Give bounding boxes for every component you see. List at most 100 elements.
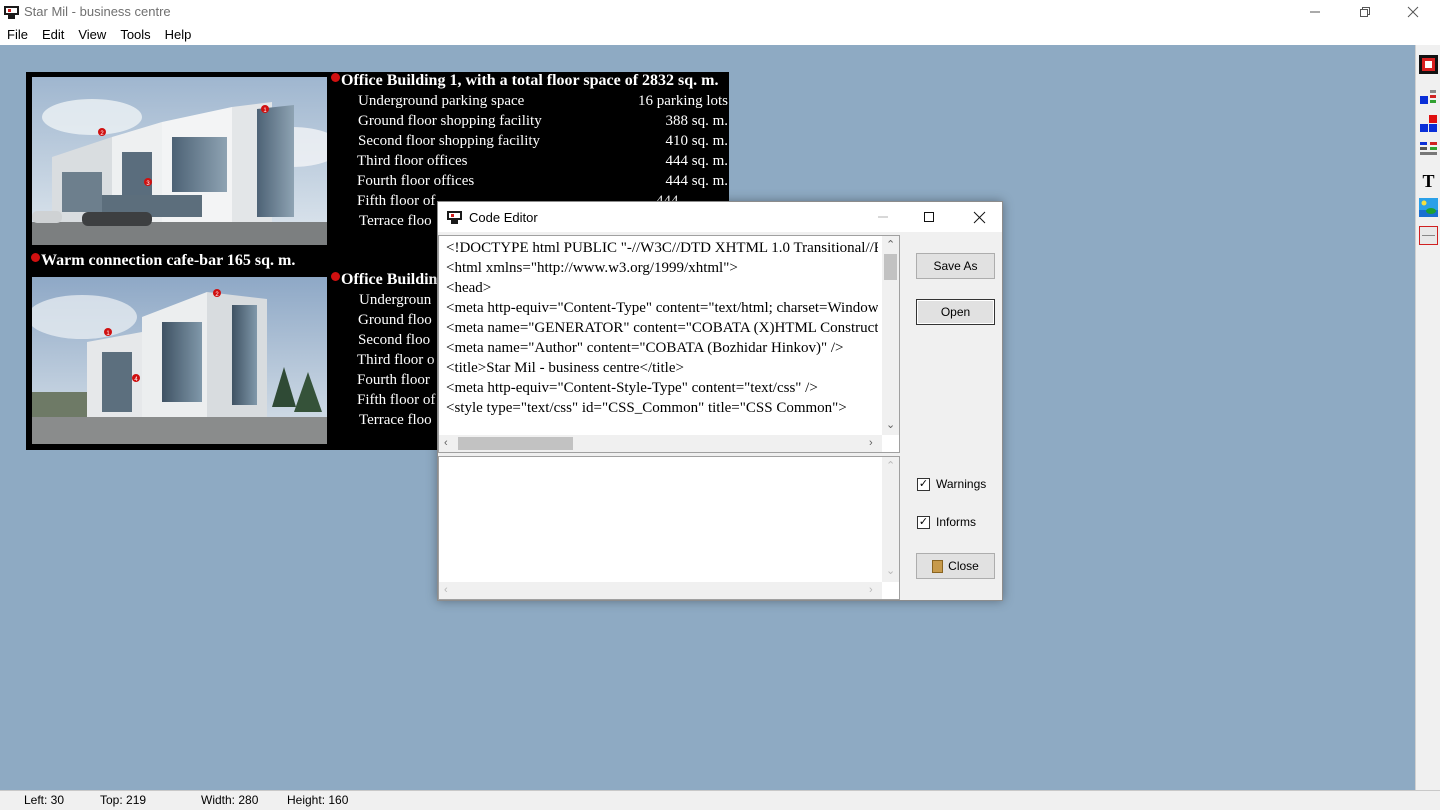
b1-row-label: Fifth floor of <box>357 193 436 209</box>
svg-text:T: T <box>1422 171 1434 191</box>
building1-image: 2 1 3 <box>32 77 327 245</box>
save-as-button[interactable]: Save As <box>916 253 995 279</box>
dialog-maximize-button[interactable] <box>906 202 952 232</box>
dialog-minimize-button[interactable] <box>860 202 906 232</box>
b1-row-label: Underground parking space <box>358 93 525 109</box>
status-top: Top: 219 <box>100 793 147 807</box>
b1-row-label: Second floor shopping facility <box>358 133 541 149</box>
b2-row-label: Fifth floor of <box>357 392 436 408</box>
b1-row-label: Terrace floo <box>359 213 432 229</box>
close-window-button[interactable] <box>1390 0 1436 24</box>
dialog-title: Code Editor <box>469 210 538 225</box>
code-editor-textarea[interactable]: <!DOCTYPE html PUBLIC "-//W3C//DTD XHTML… <box>438 235 900 453</box>
b2-row-label: Second floo <box>358 332 431 348</box>
informs-label: Informs <box>936 515 977 529</box>
minimize-button[interactable] <box>1292 0 1338 24</box>
building1-title: Office Building 1, with a total floor sp… <box>331 72 718 90</box>
restore-button[interactable] <box>1342 0 1388 24</box>
scroll-down-icon[interactable]: ⌄ <box>886 419 895 431</box>
text-icon[interactable]: T <box>1418 170 1439 191</box>
scroll-up-icon[interactable]: ⌃ <box>886 239 895 251</box>
b1-row-label: Fourth floor offices <box>357 173 475 189</box>
menu-tools[interactable]: Tools <box>113 24 157 45</box>
code-line: <meta name="Author" content="COBATA (Boz… <box>446 340 844 356</box>
status-height: Height: 160 <box>287 793 349 807</box>
b1-row-label: Third floor offices <box>357 153 468 169</box>
status-left: Left: 30 <box>24 793 65 807</box>
block-red-icon[interactable] <box>1418 113 1439 134</box>
dialog-close-button[interactable] <box>956 202 1002 232</box>
code-line: <html xmlns="http://www.w3.org/1999/xhtm… <box>446 260 738 276</box>
window-title: Star Mil - business centre <box>24 4 171 19</box>
code-line: <meta http-equiv="Content-Type" content=… <box>446 300 878 316</box>
minimize-icon <box>1310 11 1320 13</box>
warnings-checkbox[interactable]: ✓ Warnings <box>917 477 986 491</box>
text-block-icon[interactable] <box>1418 139 1439 160</box>
code-line: <meta http-equiv="Content-Style-Type" co… <box>446 380 818 396</box>
building2-photo[interactable]: 2 1 4 <box>32 277 327 444</box>
code-line: <title>Star Mil - business centre</title… <box>446 360 684 376</box>
code-vertical-scrollbar[interactable]: ⌃ ⌄ <box>882 236 899 435</box>
open-button[interactable]: Open <box>916 299 995 325</box>
code-editor-dialog: Code Editor <!DOCTYPE html PUBLIC "-//W3… <box>437 201 1003 601</box>
building2-title: Office Buildin <box>331 271 437 289</box>
close-icon <box>1407 6 1419 18</box>
b1-row-value: 444 sq. m. <box>665 153 728 169</box>
b2-row-label: Ground floo <box>358 312 432 328</box>
menu-bar: File Edit View Tools Help <box>0 24 1440 45</box>
minimize-icon <box>878 216 888 218</box>
block-blue-icon[interactable] <box>1418 87 1439 108</box>
b1-row-value: 444 sq. m. <box>665 173 728 189</box>
logo-icon[interactable] <box>1418 54 1439 75</box>
status-bar: Left: 30 Top: 219 Width: 280 Height: 160 <box>0 790 1440 810</box>
scroll-right-icon[interactable]: › <box>869 437 873 449</box>
code-line: <meta name="GENERATOR" content="COBATA (… <box>446 320 878 336</box>
door-icon <box>932 559 944 573</box>
scroll-down-icon[interactable]: ⌄ <box>886 565 895 577</box>
b2-row-label: Terrace floo <box>359 412 432 428</box>
restore-icon <box>1360 7 1370 17</box>
b2-row-label: Fourth floor <box>357 372 430 388</box>
building1-photo[interactable]: 2 1 3 <box>32 77 327 245</box>
scroll-up-icon[interactable]: ⌃ <box>886 460 895 472</box>
menu-view[interactable]: View <box>71 24 113 45</box>
checkbox-checked-icon[interactable]: ✓ <box>917 515 930 529</box>
maximize-icon <box>924 212 934 222</box>
informs-checkbox[interactable]: ✓ Informs <box>917 515 976 529</box>
building2-image: 2 1 4 <box>32 277 327 444</box>
marker-badge-icon <box>331 73 340 82</box>
close-button[interactable]: Close <box>916 553 995 579</box>
b1-row-value: 388 sq. m. <box>665 113 728 129</box>
code-line: <head> <box>446 280 492 296</box>
b2-row-label: Undergroun <box>359 292 432 308</box>
tool-strip: T <box>1415 45 1440 790</box>
b2-row-label: Third floor o <box>357 352 435 368</box>
menu-help[interactable]: Help <box>158 24 199 45</box>
scroll-left-icon[interactable]: ‹ <box>444 584 448 596</box>
menu-edit[interactable]: Edit <box>35 24 71 45</box>
menu-file[interactable]: File <box>0 24 35 45</box>
image-icon[interactable] <box>1418 197 1439 218</box>
code-horizontal-thumb[interactable] <box>458 437 573 450</box>
frame-icon[interactable] <box>1418 225 1439 246</box>
b1-row-value: 16 parking lots <box>638 93 728 109</box>
code-vertical-thumb[interactable] <box>884 254 897 280</box>
code-horizontal-scrollbar[interactable]: ‹ › <box>439 435 882 452</box>
marker-badge-icon <box>31 253 40 262</box>
checkbox-checked-icon[interactable]: ✓ <box>917 477 930 491</box>
code-line: <!DOCTYPE html PUBLIC "-//W3C//DTD XHTML… <box>446 240 878 256</box>
dialog-title-bar[interactable]: Code Editor <box>438 202 1002 232</box>
app-logo-icon <box>447 211 462 224</box>
messages-vertical-scrollbar[interactable]: ⌃ ⌄ <box>882 457 899 582</box>
cafe-caption: Warm connection cafe-bar 165 sq. m. <box>31 252 295 270</box>
scroll-right-icon[interactable]: › <box>869 584 873 596</box>
app-logo-icon <box>4 6 19 19</box>
close-icon <box>973 211 985 223</box>
messages-horizontal-scrollbar[interactable]: ‹ › <box>439 582 882 599</box>
messages-pane[interactable]: ⌃ ⌄ ‹ › <box>438 456 900 600</box>
b1-row-label: Ground floor shopping facility <box>358 113 542 129</box>
close-button-label: Close <box>948 559 979 573</box>
code-lines: <!DOCTYPE html PUBLIC "-//W3C//DTD XHTML… <box>446 238 878 433</box>
scroll-left-icon[interactable]: ‹ <box>444 437 448 449</box>
warnings-label: Warnings <box>936 477 987 491</box>
